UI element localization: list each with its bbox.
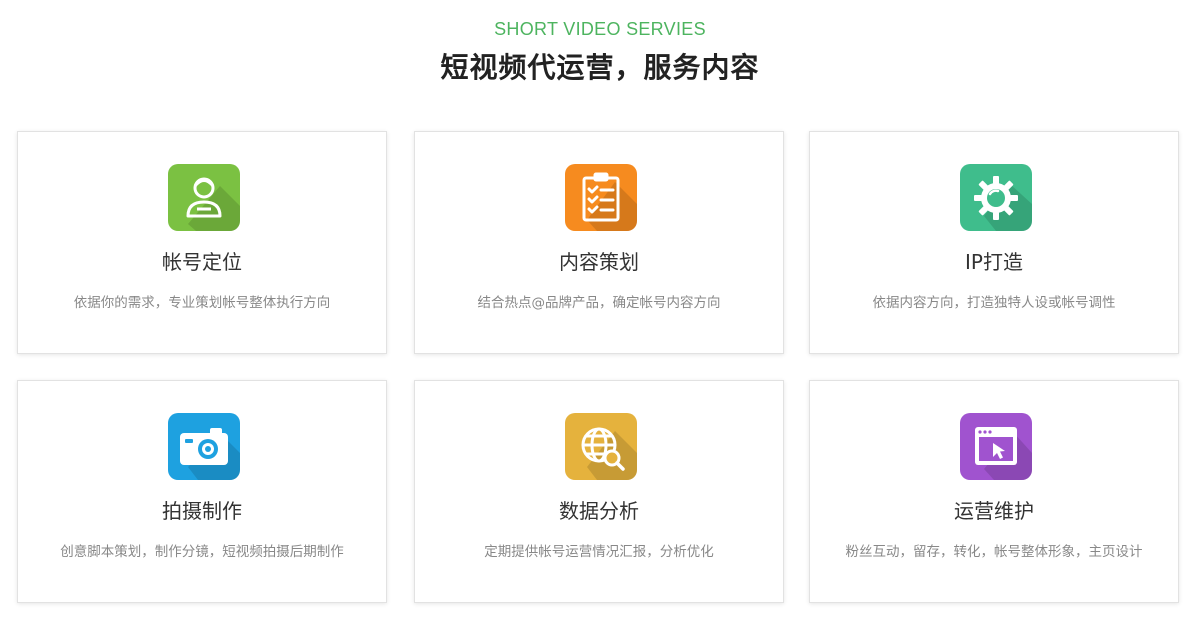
service-card-video-production[interactable]: 拍摄制作 创意脚本策划，制作分镜，短视频拍摄后期制作 (17, 380, 387, 603)
user-profile-icon (168, 164, 240, 231)
browser-window-cursor-icon (960, 413, 1032, 480)
service-card-operation-maintenance[interactable]: 运营维护 粉丝互动，留存，转化，帐号整体形象，主页设计 (809, 380, 1179, 603)
service-title: 拍摄制作 (162, 499, 242, 523)
globe-search-icon (565, 413, 637, 480)
service-description: 依据内容方向，打造独特人设或帐号调性 (872, 295, 1116, 311)
service-description: 结合热点@品牌产品，确定帐号内容方向 (477, 295, 721, 311)
section-subtitle: SHORT VIDEO SERVIES (494, 19, 706, 39)
service-description: 粉丝互动，留存，转化，帐号整体形象，主页设计 (845, 544, 1143, 560)
section-title: 短视频代运营，服务内容 (440, 51, 760, 84)
service-title: 运营维护 (954, 499, 1034, 523)
camera-icon (168, 413, 240, 480)
service-card-account-positioning[interactable]: 帐号定位 依据你的需求，专业策划帐号整体执行方向 (17, 131, 387, 354)
services-section: SHORT VIDEO SERVIES 短视频代运营，服务内容 帐号定位 依据你… (0, 0, 1200, 631)
service-title: 数据分析 (559, 499, 639, 523)
service-card-ip-building[interactable]: IP打造 依据内容方向，打造独特人设或帐号调性 (809, 131, 1179, 354)
gear-icon (960, 164, 1032, 231)
service-card-content-planning[interactable]: 内容策划 结合热点@品牌产品，确定帐号内容方向 (414, 131, 784, 354)
service-description: 定期提供帐号运营情况汇报，分析优化 (484, 544, 714, 560)
service-card-data-analysis[interactable]: 数据分析 定期提供帐号运营情况汇报，分析优化 (414, 380, 784, 603)
service-title: IP打造 (965, 250, 1023, 274)
service-title: 内容策划 (559, 250, 639, 274)
service-description: 依据你的需求，专业策划帐号整体执行方向 (73, 295, 331, 311)
service-description: 创意脚本策划，制作分镜，短视频拍摄后期制作 (60, 544, 344, 560)
service-title: 帐号定位 (162, 250, 242, 274)
clipboard-checklist-icon (565, 164, 637, 231)
